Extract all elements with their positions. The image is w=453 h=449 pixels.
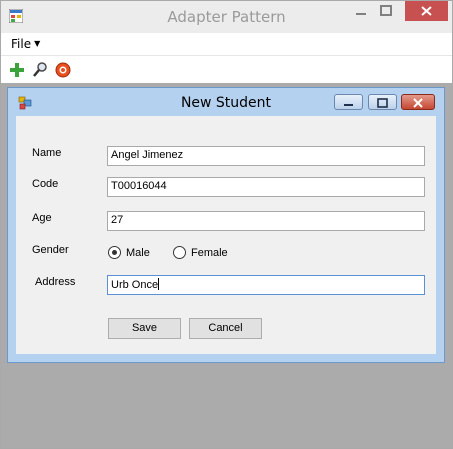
student-form: Name Angel Jimenez Code T00016044 Age 27… — [16, 116, 436, 354]
menu-file[interactable]: File ▼ — [11, 37, 40, 51]
male-radio[interactable] — [108, 246, 121, 259]
male-radio-label[interactable]: Male — [126, 247, 150, 259]
new-student-window: New Student Name Angel Jimenez Code T000… — [7, 87, 445, 363]
minimize-icon — [356, 13, 366, 15]
radio-selected-dot — [112, 250, 117, 255]
name-field[interactable]: Angel Jimenez — [107, 146, 425, 166]
age-field[interactable]: 27 — [107, 211, 425, 231]
maximize-icon — [380, 5, 392, 16]
delete-icon — [55, 62, 71, 78]
address-label: Address — [35, 276, 76, 288]
cancel-button[interactable]: Cancel — [189, 318, 262, 339]
name-label: Name — [32, 147, 62, 159]
add-icon — [10, 63, 24, 77]
age-label: Age — [32, 212, 52, 224]
minimize-button[interactable] — [350, 1, 372, 21]
text-caret — [158, 278, 160, 290]
close-icon — [413, 98, 423, 108]
search-icon — [33, 62, 47, 77]
chevron-down-icon: ▼ — [34, 39, 41, 48]
close-button[interactable] — [405, 1, 448, 21]
code-label: Code — [32, 178, 59, 190]
maximize-icon — [377, 98, 388, 108]
child-maximize-button[interactable] — [368, 94, 397, 110]
maximize-button[interactable] — [375, 1, 397, 21]
gender-label: Gender — [32, 244, 69, 256]
female-radio-label[interactable]: Female — [191, 247, 228, 259]
main-window: Adapter Pattern File ▼ New Student Name … — [0, 0, 453, 449]
menu-bar: File ▼ — [1, 33, 452, 55]
minimize-icon — [344, 104, 353, 106]
address-value: Urb Once — [111, 279, 159, 291]
menu-file-label: File — [11, 37, 32, 51]
address-field[interactable]: Urb Once — [107, 275, 425, 295]
child-close-button[interactable] — [401, 94, 435, 110]
toolbar — [1, 55, 452, 84]
close-icon — [421, 6, 432, 16]
main-title-bar[interactable]: Adapter Pattern — [1, 1, 452, 33]
delete-button[interactable] — [54, 61, 72, 79]
female-radio[interactable] — [173, 246, 186, 259]
search-button[interactable] — [31, 61, 49, 79]
code-field[interactable]: T00016044 — [107, 177, 425, 197]
add-button[interactable] — [8, 61, 26, 79]
child-minimize-button[interactable] — [334, 94, 363, 110]
save-button[interactable]: Save — [108, 318, 181, 339]
child-title-bar[interactable]: New Student — [8, 88, 444, 116]
